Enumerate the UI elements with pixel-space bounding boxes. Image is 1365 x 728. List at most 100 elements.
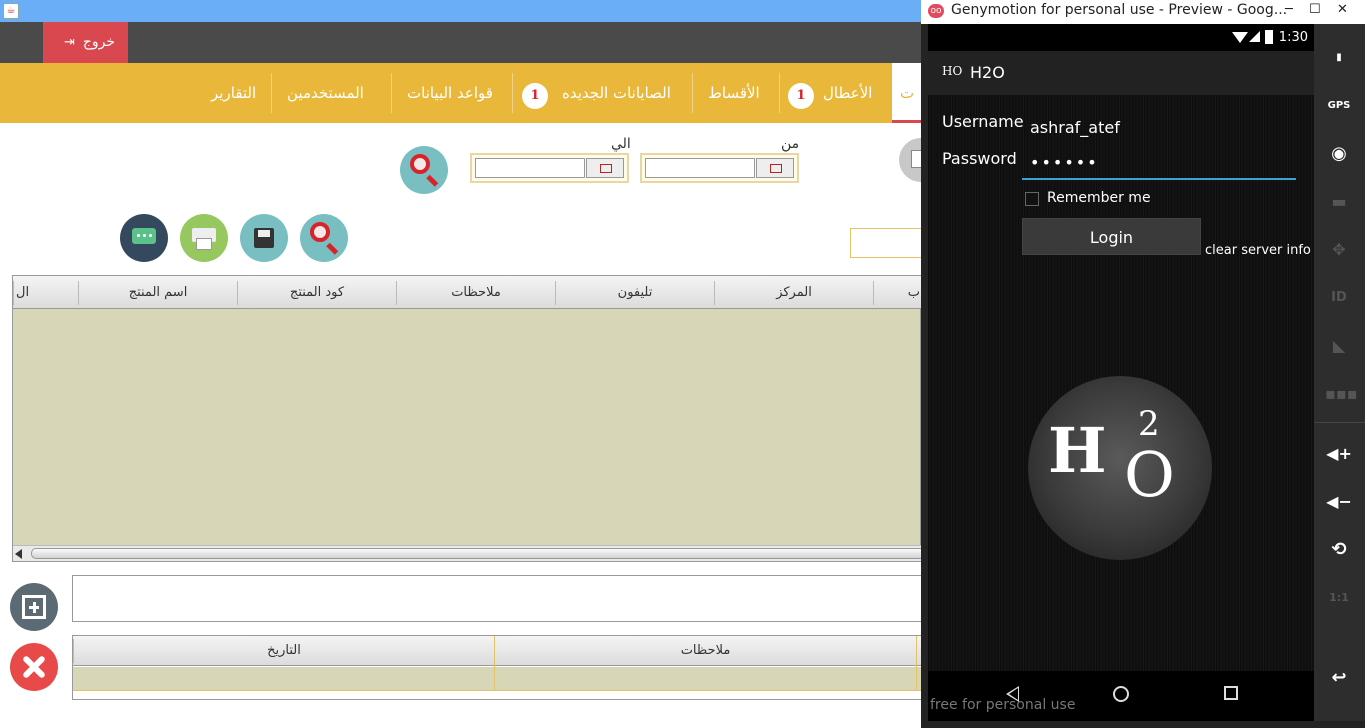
recent-apps-icon[interactable] [1224, 686, 1238, 700]
app-logo-icon: HO [942, 64, 963, 78]
username-input[interactable]: ashraf_atef [1030, 118, 1120, 137]
remember-me-label[interactable]: Remember me [1047, 190, 1151, 206]
java-application-window: ☕ خروج ⇥ الأعطال 1 الأقساط الصايانات الج… [0, 0, 921, 728]
android-nav-bar: free for personal use [928, 671, 1314, 721]
nav-new-maintenance[interactable]: الصايانات الجديده [562, 63, 671, 123]
volume-down-icon[interactable]: ◀− [1325, 488, 1353, 516]
sms-icon[interactable]: ▪▪▪ [1325, 380, 1358, 408]
date-search-button[interactable] [400, 146, 448, 194]
to-date-input[interactable] [475, 158, 585, 178]
to-date-picker [470, 153, 629, 183]
status-time: 1:30 [1278, 30, 1308, 45]
remember-me-checkbox[interactable] [1025, 192, 1039, 206]
column-header[interactable]: ال [13, 281, 78, 305]
rss-icon[interactable]: ◣ [1325, 332, 1353, 360]
calendar-icon[interactable] [756, 158, 794, 178]
delete-button[interactable] [10, 643, 58, 691]
login-form: Username ashraf_atef Password •••••• Rem… [928, 95, 1314, 671]
message-button[interactable] [120, 214, 168, 262]
column-header-notes[interactable]: ملاحظات [494, 639, 916, 663]
home-icon[interactable] [1113, 686, 1129, 702]
nav-reports[interactable]: التقارير [211, 63, 256, 123]
column-header-notes[interactable]: ملاحظات [396, 281, 555, 305]
clapper-icon[interactable]: ▬ [1325, 188, 1353, 216]
add-button[interactable] [10, 583, 58, 631]
nav-active-label: ت [900, 84, 915, 102]
logout-label: خروج [82, 34, 116, 50]
logout-button[interactable]: خروج ⇥ [43, 22, 128, 63]
password-label: Password [942, 149, 1017, 168]
notes-input[interactable] [72, 575, 921, 622]
nav-active-tab[interactable]: ت [892, 63, 921, 123]
volume-up-icon[interactable]: ◀+ [1325, 440, 1353, 468]
column-header-product-name[interactable]: اسم المنتج [78, 281, 237, 305]
scroll-thumb[interactable] [31, 548, 921, 559]
battery-icon [1265, 30, 1273, 44]
pixel-perfect-icon[interactable]: 1:1 [1325, 584, 1353, 612]
nav-separator [512, 73, 513, 113]
wifi-icon [1232, 32, 1248, 43]
main-table-header: ال اسم المنتج كود المنتج ملاحظات تليفون … [13, 276, 921, 309]
minimize-icon[interactable]: ─ [1285, 2, 1293, 17]
back-icon[interactable]: ↩ [1325, 664, 1353, 692]
column-header-center[interactable]: المركز [714, 281, 873, 305]
nav-installments[interactable]: الأقساط [708, 63, 760, 123]
genymotion-titlebar: oo Genymotion for personal use - Preview… [921, 0, 1365, 24]
java-icon[interactable]: ☕ [3, 3, 19, 19]
password-underline [1022, 178, 1296, 180]
battery-icon[interactable]: ▮ [1325, 44, 1353, 72]
calendar-icon[interactable] [586, 158, 624, 178]
save-disk-icon [254, 228, 274, 248]
clipboard-button[interactable] [899, 138, 921, 182]
nav-separator [391, 73, 392, 113]
genymotion-logo-icon: oo [928, 4, 944, 18]
logout-icon: ⇥ [63, 35, 75, 50]
password-input[interactable]: •••••• [1030, 153, 1099, 172]
maximize-icon[interactable]: ☐ [1309, 2, 1321, 17]
login-button[interactable]: Login [1022, 218, 1201, 255]
column-header-product-code[interactable]: كود المنتج [237, 281, 396, 305]
top-bar [0, 22, 921, 63]
watermark: free for personal use [930, 697, 1076, 713]
status-bar: 1:30 [928, 24, 1314, 51]
logo-o: O [1124, 438, 1175, 511]
column-header-date[interactable]: التاريخ [73, 639, 494, 663]
gps-icon[interactable]: GPS [1325, 92, 1353, 120]
table-row[interactable] [73, 636, 921, 691]
clear-server-info-link[interactable]: clear server info [1205, 243, 1311, 258]
plus-square-icon [22, 595, 46, 619]
from-date-input[interactable] [645, 158, 755, 178]
window-title: Genymotion for personal use - Preview - … [951, 2, 1288, 18]
horizontal-scrollbar[interactable] [13, 545, 921, 561]
scroll-left-arrow-icon[interactable] [15, 549, 22, 559]
dpad-icon[interactable]: ✥ [1325, 236, 1353, 264]
search-button[interactable] [300, 214, 348, 262]
to-label: الي [611, 136, 631, 152]
rotate-icon[interactable]: ⟲ [1325, 536, 1353, 564]
close-icon[interactable]: ✕ [1337, 2, 1348, 17]
notes-table-header: التاريخ ملاحظات [73, 636, 921, 666]
main-data-table: ال اسم المنتج كود المنتج ملاحظات تليفون … [12, 275, 921, 562]
search-icon [310, 222, 330, 242]
column-header[interactable]: ب [873, 281, 921, 305]
nav-databases[interactable]: قواعد البيانات [407, 63, 493, 123]
id-icon[interactable]: ID [1325, 284, 1353, 312]
save-button[interactable] [240, 214, 288, 262]
h2o-logo: H 2 O [1028, 376, 1212, 560]
nav-users[interactable]: المستخدمين [287, 63, 364, 123]
sidebar-separator [1314, 422, 1365, 423]
nav-faults-badge: 1 [788, 83, 814, 109]
java-titlebar: ☕ [0, 0, 921, 22]
chat-icon [132, 228, 156, 244]
webcam-icon[interactable]: ◉ [1325, 140, 1353, 168]
nav-faults[interactable]: الأعطال [823, 63, 872, 123]
column-header-phone[interactable]: تليفون [555, 281, 714, 305]
nav-separator [271, 73, 272, 113]
genymotion-window: oo Genymotion for personal use - Preview… [921, 0, 1365, 728]
app-title: H2O [970, 63, 1005, 82]
column-divider [494, 636, 495, 691]
search-input[interactable] [850, 228, 921, 258]
from-label: من [781, 136, 800, 152]
from-date-picker [640, 153, 799, 183]
print-button[interactable] [180, 214, 228, 262]
